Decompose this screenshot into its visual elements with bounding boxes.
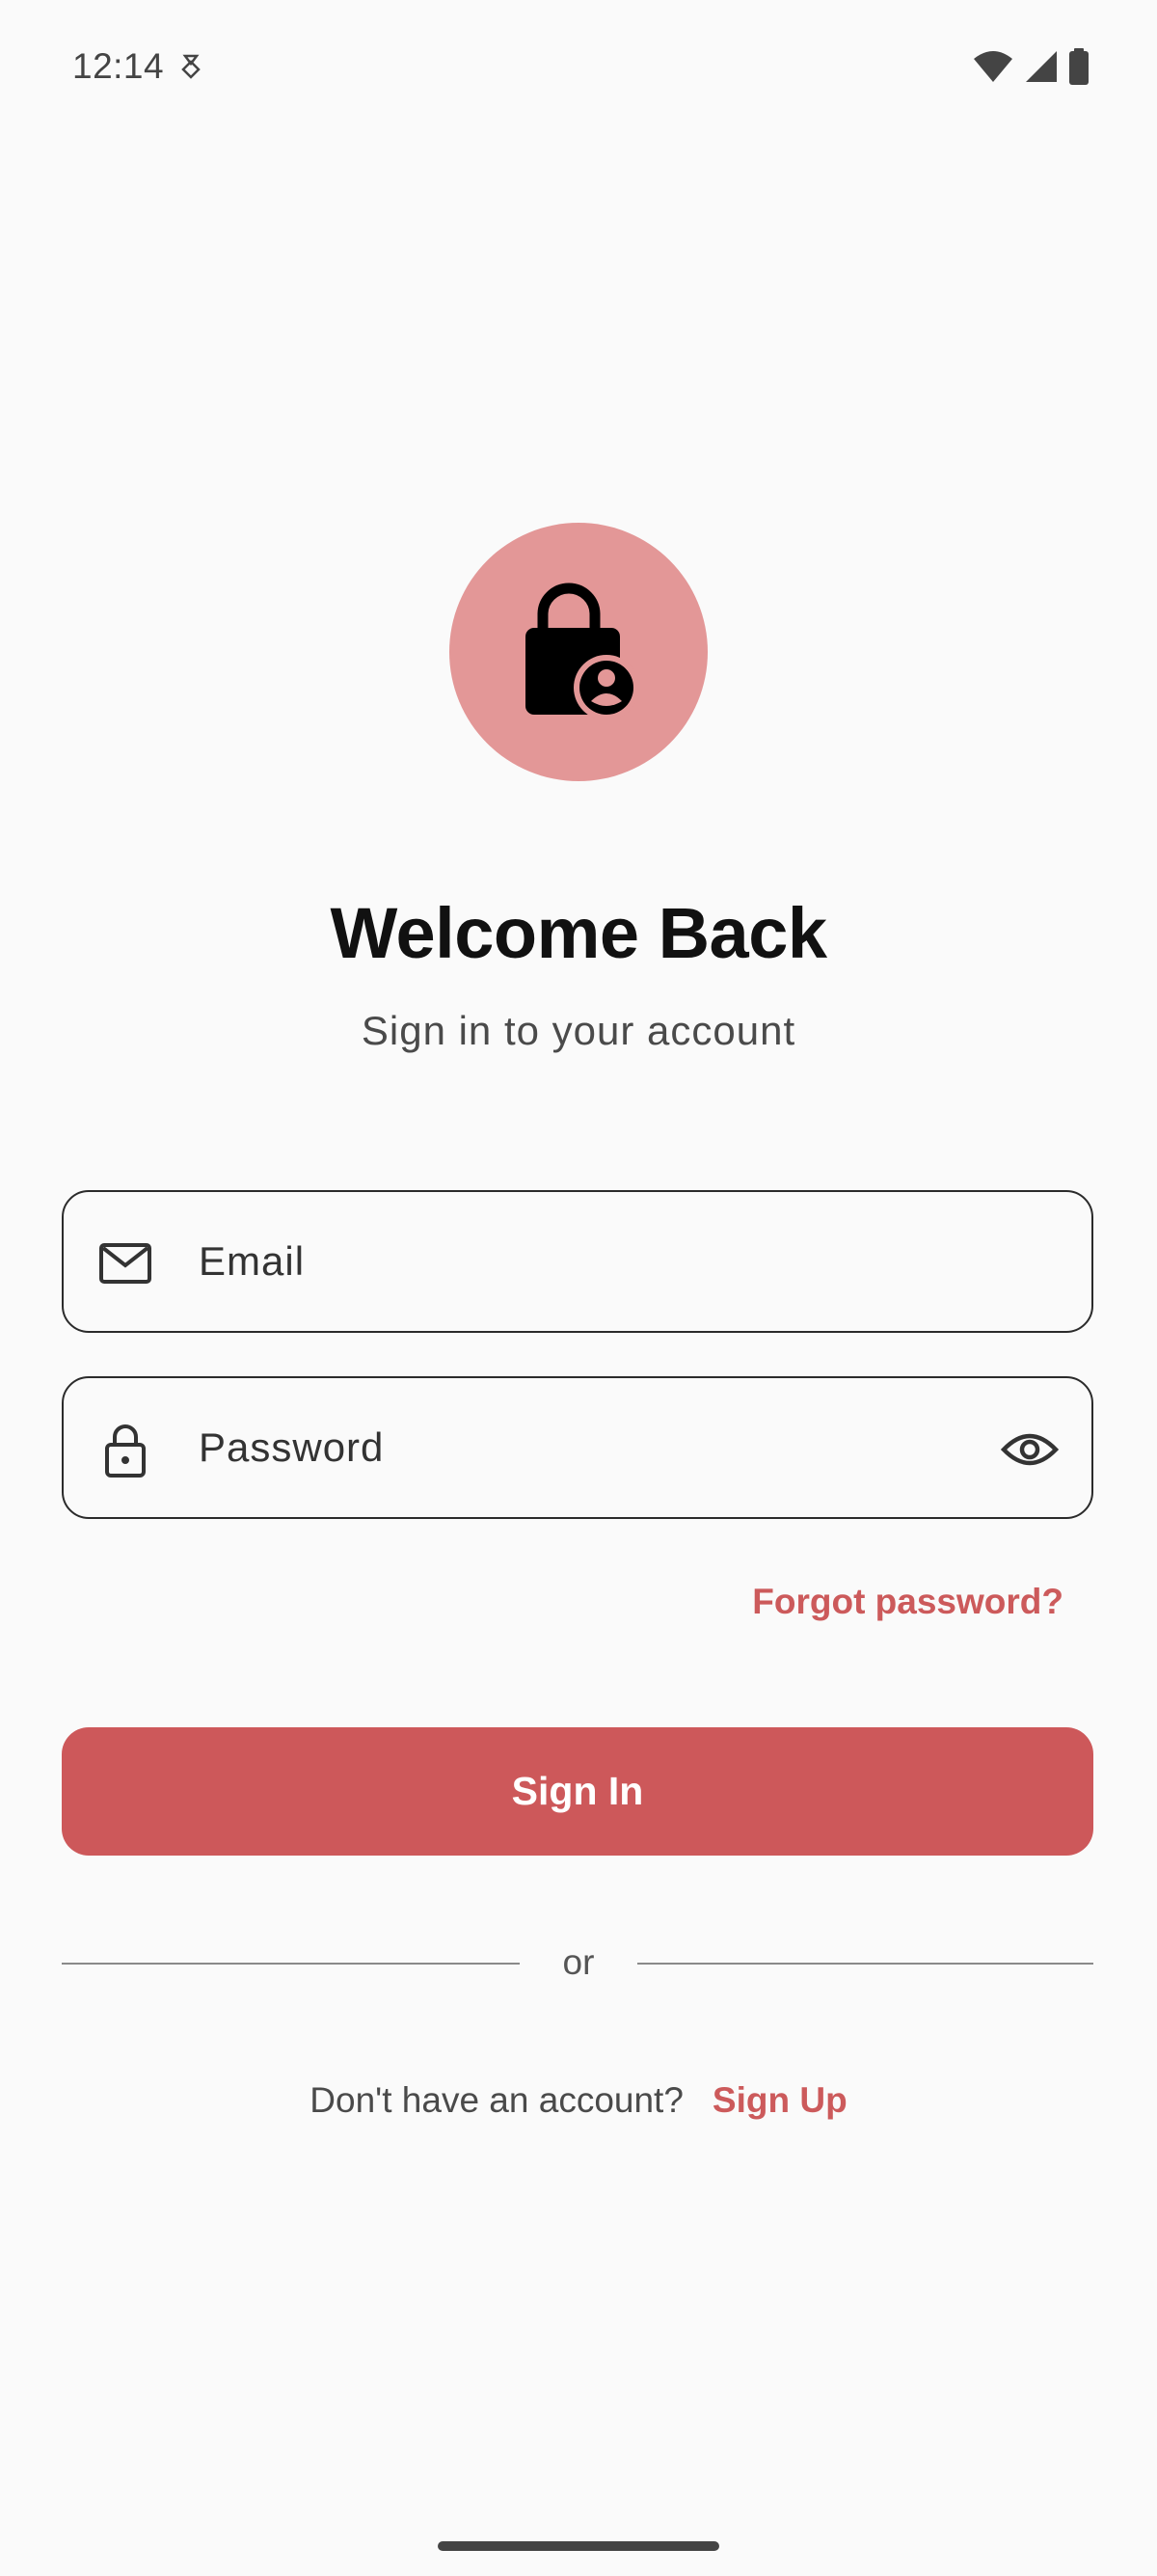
battery-icon — [1068, 48, 1090, 90]
status-bar: 12:14 — [0, 0, 1157, 135]
mail-icon — [96, 1234, 154, 1292]
divider-text: or — [562, 1942, 595, 1982]
notification-icon — [179, 52, 202, 81]
forgot-password-link[interactable]: Forgot password? — [752, 1582, 1063, 1622]
sign-up-link[interactable]: Sign Up — [713, 2080, 848, 2121]
page-title: Welcome Back — [330, 893, 828, 973]
lock-icon — [96, 1421, 154, 1478]
wifi-icon — [972, 49, 1014, 89]
status-time: 12:14 — [72, 46, 165, 86]
password-field[interactable]: Password — [62, 1376, 1093, 1519]
signal-icon — [1024, 49, 1059, 89]
divider-line — [637, 1963, 1093, 1965]
signup-row: Don't have an account? Sign Up — [0, 2080, 1157, 2121]
password-label: Password — [199, 1424, 385, 1470]
email-label: Email — [199, 1238, 306, 1284]
status-icons — [972, 48, 1090, 90]
eye-icon[interactable] — [999, 1421, 1061, 1478]
home-indicator[interactable] — [438, 2541, 719, 2551]
sign-in-button[interactable]: Sign In — [62, 1727, 1093, 1856]
divider-line — [62, 1963, 520, 1965]
lock-person-icon — [516, 578, 641, 727]
logo-avatar — [449, 523, 708, 781]
page-subtitle: Sign in to your account — [361, 1008, 796, 1053]
signup-prompt: Don't have an account? — [309, 2080, 684, 2120]
email-field[interactable]: Email — [62, 1190, 1093, 1333]
